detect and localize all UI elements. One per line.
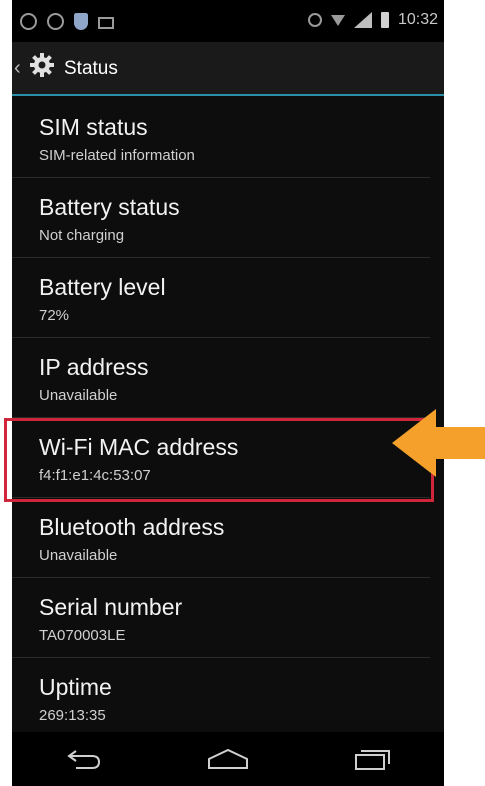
list-item-bluetooth-address: Bluetooth address Unavailable xyxy=(12,498,430,578)
item-title: IP address xyxy=(39,354,149,380)
clock: 10:32 xyxy=(397,11,438,28)
home-icon xyxy=(208,748,248,769)
screen-icon xyxy=(98,16,114,29)
back-icon xyxy=(67,750,101,769)
item-title: Battery level xyxy=(39,274,166,300)
page-title: Status xyxy=(64,58,118,79)
list-item-battery-level: Battery level 72% xyxy=(12,258,430,338)
signal-icon xyxy=(353,12,372,28)
navigation-bar xyxy=(12,732,444,786)
item-subtitle: Unavailable xyxy=(39,387,118,404)
nav-recents-button[interactable] xyxy=(342,739,402,779)
item-title: Uptime xyxy=(39,674,112,700)
list-item-ip-address: IP address Unavailable xyxy=(12,338,430,418)
item-subtitle: 269:13:35 xyxy=(39,707,106,724)
wifi-icon xyxy=(330,14,345,26)
action-bar: ‹ Status xyxy=(12,42,444,96)
at-icon xyxy=(47,13,64,30)
list-item-battery-status: Battery status Not charging xyxy=(12,178,430,258)
item-subtitle: f4:f1:e1:4c:53:07 xyxy=(39,467,151,484)
item-title: Wi-Fi MAC address xyxy=(39,434,239,460)
item-title: SIM status xyxy=(39,114,148,140)
list-item-wifi-mac-address: Wi-Fi MAC address f4:f1:e1:4c:53:07 xyxy=(12,418,430,498)
nav-home-button[interactable] xyxy=(198,739,258,779)
shield-icon xyxy=(74,13,88,30)
alarm-icon xyxy=(307,13,322,27)
pointer-arrow-icon xyxy=(392,409,485,477)
item-subtitle: SIM-related information xyxy=(39,147,195,164)
sync-icon xyxy=(20,13,37,30)
item-title: Battery status xyxy=(39,194,180,220)
item-subtitle: 72% xyxy=(39,307,70,324)
gear-icon[interactable] xyxy=(28,51,56,79)
nav-back-button[interactable] xyxy=(54,739,114,779)
status-list: SIM status SIM-related information Batte… xyxy=(12,98,444,738)
list-item-uptime: Uptime 269:13:35 xyxy=(12,658,430,738)
item-subtitle: Not charging xyxy=(39,227,125,244)
list-item-sim-status[interactable]: SIM status SIM-related information xyxy=(12,98,430,178)
list-item-serial-number: Serial number TA070003LE xyxy=(12,578,430,658)
phone-screen: 10:32 ‹ Status SIM status SIM-related in… xyxy=(12,0,444,786)
recents-icon xyxy=(355,750,390,770)
item-subtitle: TA070003LE xyxy=(39,627,126,644)
status-bar: 10:32 xyxy=(12,0,444,42)
item-subtitle: Unavailable xyxy=(39,547,118,564)
back-chevron-icon[interactable]: ‹ xyxy=(14,58,21,78)
item-title: Serial number xyxy=(39,594,183,620)
item-title: Bluetooth address xyxy=(39,514,225,540)
battery-icon xyxy=(380,12,389,28)
